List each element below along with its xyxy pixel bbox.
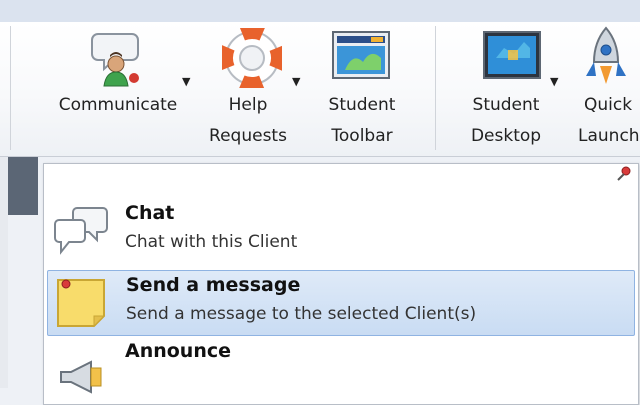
sticky-note-icon <box>54 276 108 330</box>
ribbon-separator <box>435 26 436 150</box>
megaphone-icon <box>53 360 109 394</box>
student-desktop-icon <box>482 30 542 80</box>
left-panel-header <box>8 157 38 215</box>
communicate-dropdown-arrow[interactable]: ▼ <box>182 75 190 88</box>
pin-icon[interactable] <box>616 166 632 182</box>
student-desktop-label-line1: Student <box>472 95 540 115</box>
lifebuoy-icon <box>219 25 285 91</box>
student-toolbar-label-line1: Student <box>328 95 396 115</box>
menu-item-announce[interactable]: Announce <box>47 340 633 394</box>
ribbon-separator <box>10 26 11 150</box>
quick-launch-label-line2: Launch <box>578 126 640 146</box>
student-desktop-button[interactable]: ▼ Student Desktop <box>466 22 562 156</box>
help-requests-label-line2: Requests <box>209 126 287 146</box>
help-requests-dropdown-arrow[interactable]: ▼ <box>292 75 300 88</box>
menu-item-chat[interactable]: Chat Chat with this Client <box>47 198 633 262</box>
ribbon: ▼ Communicate ▼ Help Requests Student To… <box>0 22 640 157</box>
menu-item-description: Chat with this Client <box>125 232 298 252</box>
menu-item-description: Send a message to the selected Client(s) <box>126 304 477 324</box>
communicate-dropdown-menu: Chat Chat with this Client Send a messag… <box>43 163 639 405</box>
menu-item-title: Send a message <box>126 274 301 296</box>
quick-launch-label-line1: Quick <box>584 95 633 115</box>
communicate-button[interactable]: ▼ Communicate <box>44 22 204 156</box>
menu-item-title: Chat <box>125 202 175 224</box>
student-toolbar-label-line2: Toolbar <box>331 126 393 146</box>
communicate-label: Communicate <box>58 95 178 115</box>
left-panel <box>0 157 8 388</box>
title-strip <box>0 0 640 22</box>
help-requests-label-line1: Help <box>228 95 268 115</box>
quick-launch-button[interactable]: Quick Launch <box>570 22 640 156</box>
menu-item-title: Announce <box>125 340 232 362</box>
chat-bubbles-icon <box>53 204 109 256</box>
menu-item-send-message[interactable]: Send a message Send a message to the sel… <box>47 270 635 336</box>
student-toolbar-button[interactable]: Student Toolbar <box>314 22 410 156</box>
help-requests-button[interactable]: ▼ Help Requests <box>204 22 308 156</box>
student-desktop-label-line2: Desktop <box>470 126 542 146</box>
student-toolbar-icon <box>331 30 391 80</box>
rocket-icon <box>584 26 628 88</box>
communicate-icon <box>84 28 148 88</box>
student-desktop-dropdown-arrow[interactable]: ▼ <box>550 75 558 88</box>
